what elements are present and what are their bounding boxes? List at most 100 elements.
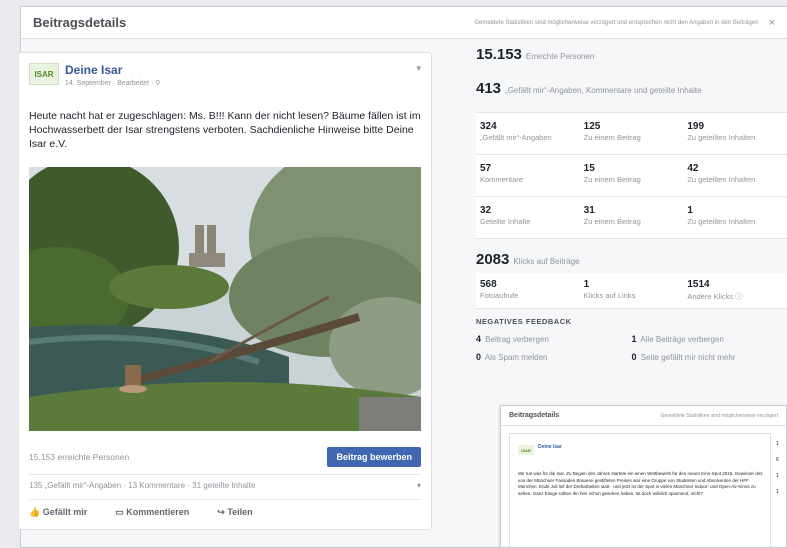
post-photo[interactable] (29, 167, 421, 431)
neg-value: 4 (476, 334, 482, 344)
neg-label: Seite gefällt mir nicht mehr (640, 353, 736, 362)
post-meta: 14. September · Bearbeitet · ⚲ (65, 80, 161, 87)
page-name-link[interactable]: Deine Isar (65, 63, 160, 77)
thumb-post-text: Wir tun was für die Isar. Zu Beginn des … (518, 471, 763, 496)
stat-value: 1514 (687, 279, 710, 290)
stat-value: 31 (583, 205, 595, 216)
post-header: ISAR Deine Isar 14. September · Bearbeit… (29, 63, 160, 87)
stat-value: 568 (480, 279, 497, 290)
neg-label: Beitrag verbergen (485, 335, 549, 344)
stat-label: „Gefällt mir“-Angaben (480, 133, 552, 142)
negative-feedback-grid: 4 Beitrag verbergen 1 Alle Beiträge verb… (476, 334, 787, 362)
reach-row: 15.153 erreichte Personen Beitrag bewerb… (29, 446, 421, 468)
negative-feedback: NEGATIVES FEEDBACK 4 Beitrag verbergen 1… (476, 317, 787, 362)
stat-label: Zu geteilten Inhalten (687, 133, 756, 142)
second-screenshot-thumbnail: Beitragsdetails Gemeldete Statistiken si… (500, 405, 787, 548)
stat-cell: 324 „Gefällt mir“-Angaben (476, 113, 580, 155)
river-photo-image (29, 167, 421, 431)
neg-label: Als Spam melden (484, 353, 548, 362)
stat-value: 1 (583, 279, 590, 290)
stat-cell: 199 Zu geteilten Inhalten (683, 113, 787, 155)
dialog-note: Gemeldete Statistiken sind möglicherweis… (474, 19, 759, 26)
stat-label: Zu einem Beitrag (583, 175, 641, 184)
stat-cell: 57 Kommentare (476, 155, 580, 197)
clicks-summary: 2083 Klicks auf Beiträge (476, 239, 787, 273)
stat-value: 125 (583, 121, 601, 132)
divider (29, 474, 421, 475)
stat-label: Geteilte Inhalte (480, 217, 531, 226)
clicks-number: 2083 (476, 251, 510, 268)
stat-cell: 15 Zu einem Beitrag (579, 155, 684, 197)
neg-item: 4 Beitrag verbergen (476, 334, 632, 344)
stat-value: 15 (583, 163, 595, 174)
stat-cell: 568 Fotoaufrufe (476, 273, 580, 309)
like-button[interactable]: 👍 Gefällt mir (29, 507, 87, 518)
stat-cell: 31 Zu einem Beitrag (579, 197, 684, 239)
clicks-grid: 568 Fotoaufrufe 1 Klicks auf Links 1514 And… (476, 273, 787, 309)
stat-label[interactable]: Andere Klicks ⓘ (687, 291, 785, 302)
thumb-header: Beitragsdetails Gemeldete Statistiken si… (501, 406, 786, 426)
thumb-page-name: Deine Isar (538, 444, 562, 450)
chevron-down-icon[interactable]: ▾ (417, 481, 421, 490)
reach-summary: 15.153 Erreichte Personen (476, 46, 787, 68)
reach-number: 15.153 (476, 46, 522, 63)
stat-label: Zu einem Beitrag (583, 217, 641, 226)
dialog-header: Beitragsdetails Gemeldete Statistiken si… (21, 7, 787, 39)
neg-label: Alle Beiträge verbergen (640, 335, 724, 344)
divider (29, 499, 421, 500)
clicks-label: Klicks auf Beiträge (513, 257, 580, 266)
post-card: ISAR Deine Isar 14. September · Bearbeit… (18, 52, 432, 530)
stat-label: Zu geteilten Inhalten (687, 217, 756, 226)
comment-button[interactable]: ▭ Kommentieren (115, 507, 189, 518)
stat-label: Fotoaufrufe (480, 291, 519, 300)
close-icon[interactable]: × (769, 17, 775, 29)
share-button[interactable]: ↪ Teilen (217, 507, 252, 518)
thumb-title: Beitragsdetails (509, 412, 560, 419)
stats-panel: 15.153 Erreichte Personen 413 „Gefällt m… (476, 46, 787, 362)
neg-value: 0 (631, 352, 637, 362)
neg-item: 1 Alle Beiträge verbergen (632, 334, 787, 344)
stat-cell: 125 Zu einem Beitrag (579, 113, 684, 155)
comment-label: Kommentieren (126, 507, 190, 517)
boost-post-button[interactable]: Beitrag bewerben (327, 447, 421, 467)
stat-value: 57 (480, 163, 492, 174)
stat-value: 1 (687, 205, 693, 216)
engagement-counts: 135 „Gefällt mir“-Angaben · 13 Kommentar… (29, 481, 421, 490)
stat-cell: 32 Geteilte Inhalte (476, 197, 580, 239)
thumb-side-numbers: 1 6 1 1 (776, 441, 779, 495)
engagement-grid: 324 „Gefällt mir“-Angaben 125 Zu einem Bei… (476, 112, 787, 239)
stat-label: Zu einem Beitrag (583, 133, 641, 142)
stat-label: Kommentare (480, 175, 523, 184)
stat-value: 32 (480, 205, 492, 216)
thumb-post: ISAR Deine Isar Wir tun was für die Isar… (509, 433, 771, 547)
neg-value: 0 (476, 352, 482, 362)
engagement-number: 413 (476, 80, 502, 97)
thumb-note: Gemeldete Statistiken sind möglicherweis… (660, 412, 778, 419)
stat-cell: 1 Klicks auf Links (579, 273, 684, 309)
page-logo[interactable]: ISAR (29, 63, 59, 85)
thumb-page-logo: ISAR (518, 445, 534, 455)
reach-label: Erreichte Personen (525, 52, 595, 61)
post-actions: 👍 Gefällt mir ▭ Kommentieren ↪ Teilen (29, 507, 253, 518)
stat-cell: 42 Zu geteilten Inhalten (683, 155, 787, 197)
reach-text: 15.153 erreichte Personen (29, 452, 130, 462)
negative-feedback-title: NEGATIVES FEEDBACK (476, 317, 572, 326)
stat-cell: 1514 Andere Klicks ⓘ (683, 273, 787, 309)
neg-value: 1 (631, 334, 637, 344)
stat-cell: 1 Zu geteilten Inhalten (683, 197, 787, 239)
stat-label: Klicks auf Links (583, 291, 636, 300)
stat-value: 42 (687, 163, 699, 174)
chevron-down-icon[interactable]: ▾ (416, 63, 421, 74)
dialog-title: Beitragsdetails (33, 15, 127, 30)
stat-value: 199 (687, 121, 705, 132)
neg-item: 0 Seite gefällt mir nicht mehr (632, 352, 787, 362)
stat-label: Zu geteilten Inhalten (687, 175, 756, 184)
neg-item: 0 Als Spam melden (476, 352, 632, 362)
counts-text[interactable]: 135 „Gefällt mir“-Angaben · 13 Kommentar… (29, 481, 255, 490)
stat-value: 324 (480, 121, 497, 132)
engagement-summary: 413 „Gefällt mir“-Angaben, Kommentare un… (476, 68, 787, 102)
engagement-label: „Gefällt mir“-Angaben, Kommentare und ge… (505, 86, 702, 95)
like-label: Gefällt mir (42, 507, 88, 517)
share-label: Teilen (227, 507, 253, 517)
post-text: Heute nacht hat er zugeschlagen: Ms. B!!… (29, 110, 421, 150)
